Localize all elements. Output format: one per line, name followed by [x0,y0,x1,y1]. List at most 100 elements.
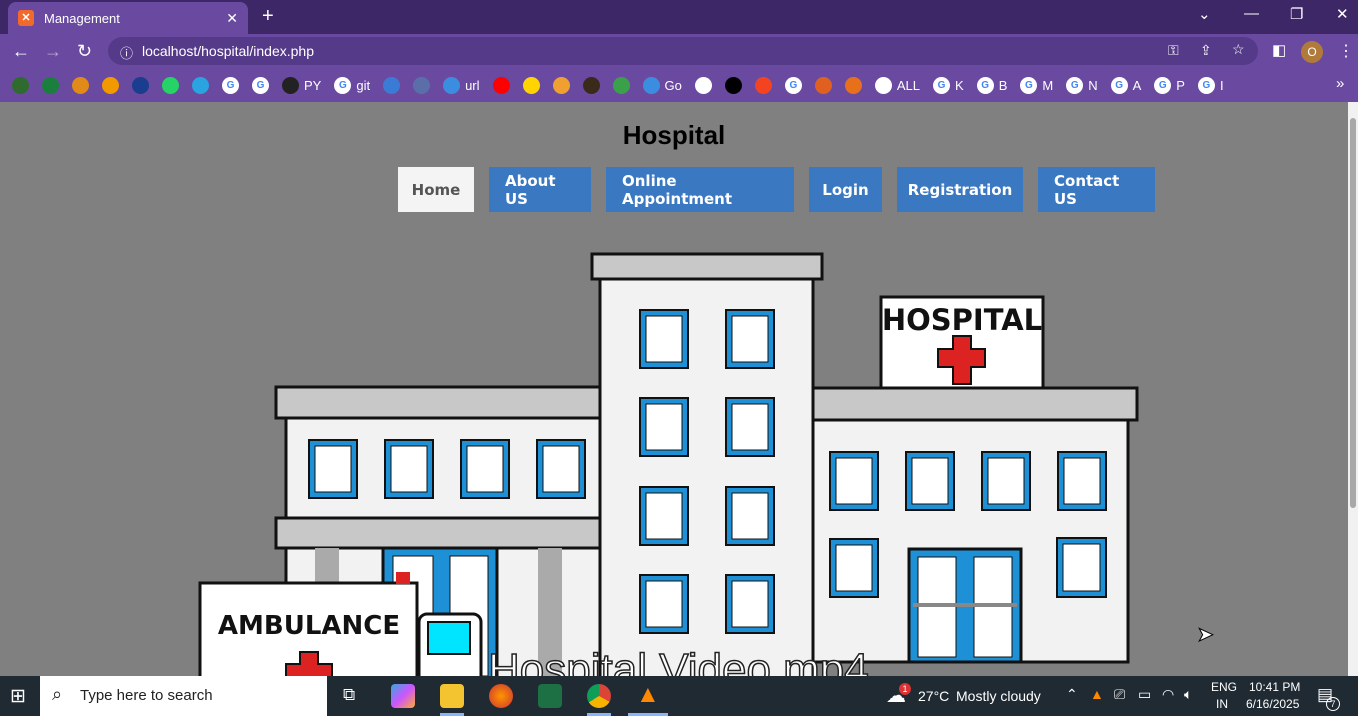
ambulance-text: AMBULANCE [218,611,400,641]
url-input[interactable]: ⓘ localhost/hospital/index.php ⚿ ⇪ ☆ [108,37,1258,65]
chrome-icon[interactable] [587,684,611,708]
bookmark-label: Go [664,77,682,93]
windows-start-icon[interactable]: ⊞ [10,685,26,708]
bookmark-item[interactable] [102,76,119,94]
forward-button[interactable]: → [44,41,62,62]
firefox-icon[interactable] [489,684,513,708]
bookmark-item[interactable] [612,76,630,94]
browser-tab[interactable]: ✕ Management ✕ [8,2,248,34]
bookmark-item[interactable]: PY [282,76,321,94]
bookmark-item[interactable]: G [784,76,802,94]
bookmark-item[interactable] [162,76,179,94]
bookmark-item[interactable]: G [222,76,239,94]
bookmark-item[interactable] [814,76,832,94]
window-pane [542,445,580,493]
side-panel-icon[interactable]: ◧ [1272,41,1286,59]
window-pane [911,457,949,505]
volume-icon[interactable]: 🔈︎ [1184,686,1192,703]
bookmark-label: I [1219,77,1224,93]
window-pane [314,445,352,493]
wifi-icon[interactable]: ◠ [1162,686,1174,703]
bookmark-item[interactable] [12,76,29,94]
new-tab-button[interactable]: + [262,5,274,28]
bookmark-label: N [1088,77,1098,93]
video-caption: Hospital Video.mp4 [487,644,869,676]
bookmark-item[interactable]: GA [1110,76,1141,94]
bookmark-item[interactable] [413,76,431,94]
bookmark-item[interactable] [522,76,540,94]
weather-text[interactable]: Mostly cloudy [956,688,1041,704]
profile-avatar[interactable]: O [1301,41,1323,63]
bookmark-item[interactable]: GK [933,76,964,94]
scrollbar[interactable] [1348,102,1358,676]
weather-temp[interactable]: 27°C [918,688,949,704]
search-placeholder: Type here to search [80,687,213,704]
show-hidden-icons[interactable]: ⌃ [1066,686,1078,703]
close-tab-icon[interactable]: ✕ [226,10,238,27]
bookmark-item[interactable]: Go [642,76,682,94]
tab-bar: ✕ Management ✕ + ⌄ — ❐ ✕ [0,0,1358,34]
bookmark-item[interactable] [582,76,600,94]
language-indicator[interactable]: ENG [1211,680,1237,694]
bookmark-item[interactable] [552,76,570,94]
bookmark-item[interactable]: url [443,76,480,94]
region-indicator[interactable]: IN [1216,697,1228,711]
bookmark-item[interactable]: GI [1197,76,1224,94]
info-icon[interactable]: ⓘ [120,43,133,62]
window-pane [645,492,683,540]
ring-icon [612,76,630,94]
menu-icon[interactable]: ⋮ [1338,41,1354,61]
bookmark-item[interactable] [132,76,149,94]
bookmark-item[interactable] [724,76,742,94]
google-icon: G [1110,76,1128,94]
bookmark-item[interactable]: G [252,76,269,94]
window-pane [987,457,1025,505]
bookmark-item[interactable] [492,76,510,94]
window-pane [390,445,428,493]
google-icon: G [252,76,269,94]
more-bookmarks-icon[interactable]: » [1336,75,1344,92]
excel-icon[interactable] [538,684,562,708]
share-icon[interactable]: ⇪ [1200,42,1212,59]
reload-button[interactable]: ↻ [77,41,92,62]
vlc-tray-icon[interactable]: ▲ [1090,686,1104,702]
search-icon: ⌕ [52,684,63,704]
address-bar-row: ← → ↻ ⓘ localhost/hospital/index.php ⚿ ⇪… [0,34,1358,68]
bookmark-item[interactable]: GM [1020,76,1053,94]
window-pane [731,492,769,540]
cl-icon [724,76,742,94]
bookmark-star-icon[interactable]: ☆ [1232,41,1245,58]
task-view-icon[interactable]: ⧉ [343,685,355,705]
copilot-icon[interactable] [391,684,415,708]
file-explorer-icon[interactable] [440,684,464,708]
hospital-video[interactable]: HOSPITAL AMBULANCE [0,102,1348,676]
bookmark-item[interactable]: ALL [874,76,920,94]
taskbar-search-input[interactable]: ⌕ Type here to search [40,676,327,716]
bookmark-item[interactable] [754,76,772,94]
window-pane [835,457,873,505]
clock-date[interactable]: 6/16/2025 [1246,697,1299,711]
restore-button[interactable]: ❐ [1290,5,1303,23]
bookmark-item[interactable] [844,76,862,94]
bookmark-item[interactable] [72,76,89,94]
bookmark-item[interactable] [192,76,209,94]
back-button[interactable]: ← [12,41,30,62]
close-window-button[interactable]: ✕ [1336,5,1349,23]
bookmark-item[interactable] [694,76,712,94]
tab-search-icon[interactable]: ⌄ [1198,5,1211,23]
notification-count: 7 [1326,697,1340,711]
minimize-button[interactable]: — [1244,5,1259,22]
battery-icon[interactable]: ▭ [1138,686,1151,703]
bookmark-item[interactable]: GN [1066,76,1098,94]
camera-icon[interactable]: ⎚ [1114,686,1125,703]
clock-time[interactable]: 10:41 PM [1249,680,1300,694]
bookmark-item[interactable]: Ggit [334,76,370,94]
bookmark-item[interactable] [383,76,401,94]
scrollbar-thumb[interactable] [1350,118,1356,508]
bookmark-item[interactable]: GP [1154,76,1185,94]
weather-badge: 1 [899,683,911,695]
key-icon[interactable]: ⚿ [1168,42,1179,59]
vlc-icon[interactable]: ▲ [636,681,660,709]
bookmark-item[interactable] [42,76,59,94]
bookmark-item[interactable]: GB [976,76,1007,94]
